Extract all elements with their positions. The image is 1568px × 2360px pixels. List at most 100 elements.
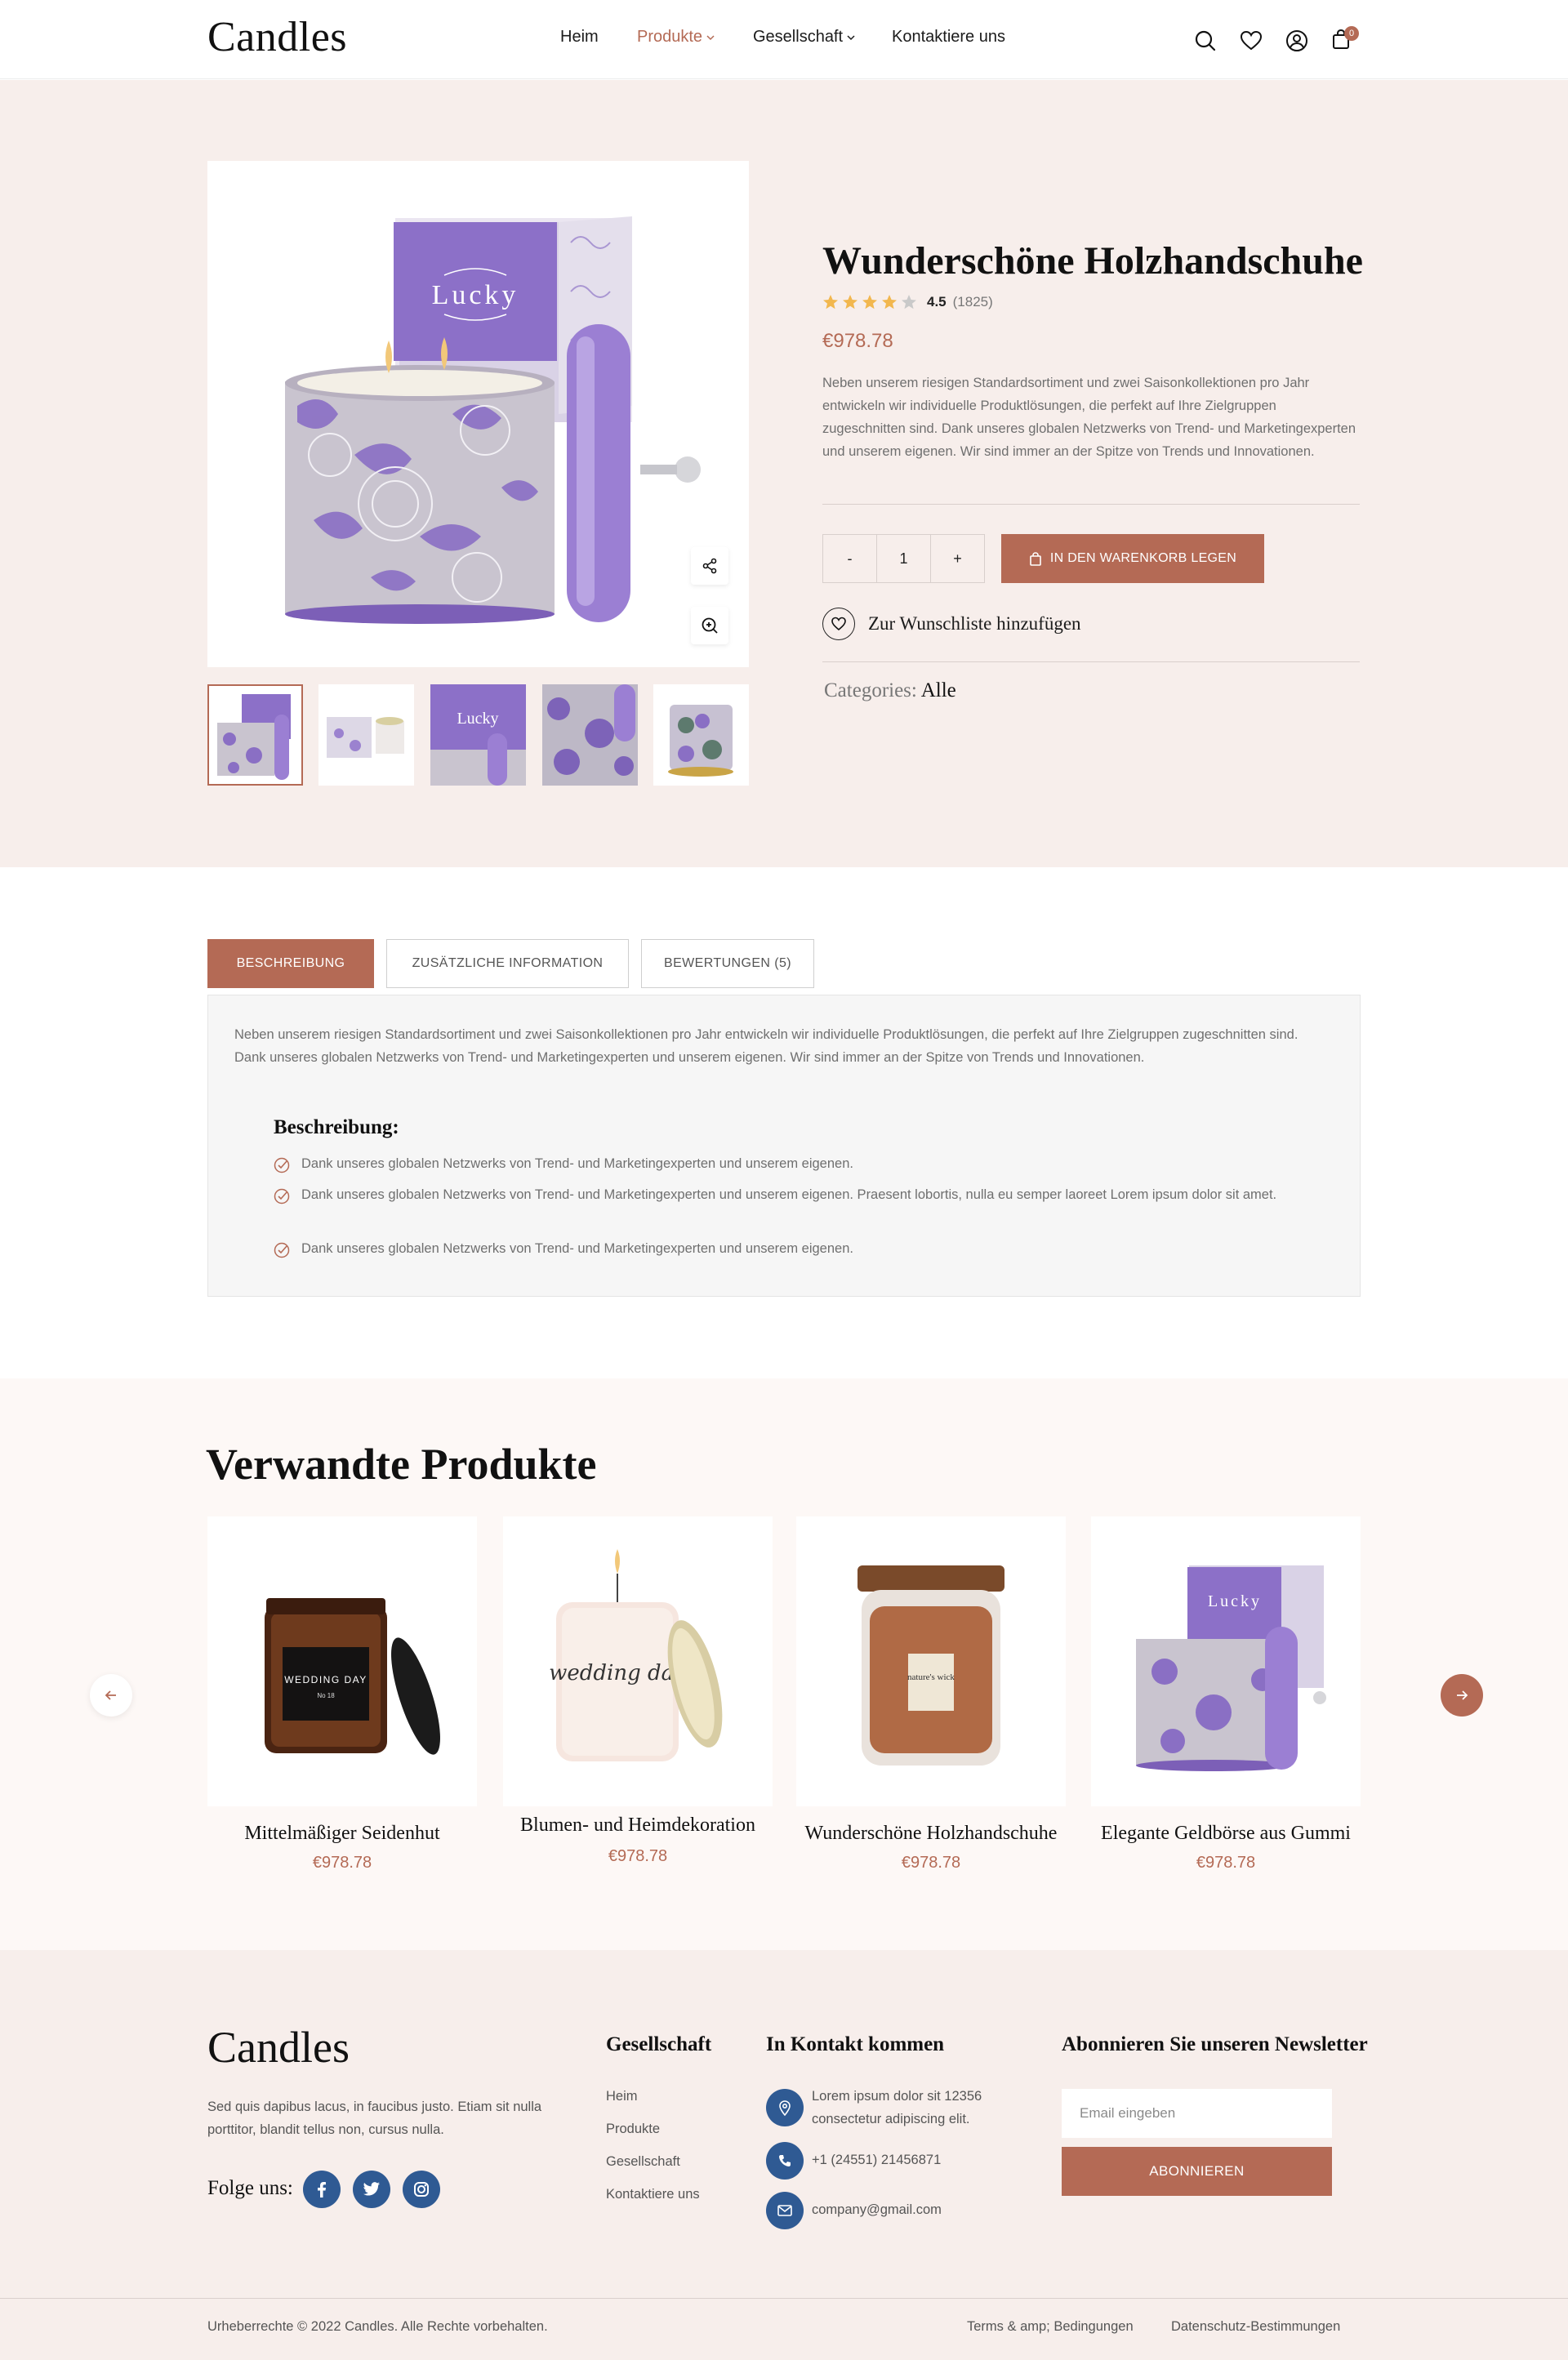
tab-label: ZUSÄTZLICHE INFORMATION [412, 956, 604, 970]
tab-label: BESCHREIBUNG [236, 956, 345, 970]
thumbnail-3[interactable]: Lucky [430, 684, 526, 786]
related-product-price: €978.78 [608, 1847, 668, 1865]
nav-label: Heim [560, 28, 599, 46]
facebook-button[interactable] [303, 2171, 341, 2208]
carousel-next-button[interactable] [1441, 1674, 1483, 1717]
chevron-down-icon [847, 34, 855, 40]
footer-link-produkte[interactable]: Produkte [606, 2122, 660, 2137]
thumbnail-image [542, 684, 638, 786]
add-to-wishlist[interactable]: Zur Wunschliste hinzufügen [822, 608, 1081, 640]
related-product-price: €978.78 [312, 1854, 372, 1872]
zoom-button[interactable] [691, 607, 728, 644]
related-product-name[interactable]: Blumen- und Heimdekoration [503, 1815, 773, 1837]
contact-phone[interactable]: +1 (24551) 21456871 [812, 2148, 1040, 2171]
bullet-item: Dank unseres globalen Netzwerks von Tren… [274, 1183, 1286, 1206]
privacy-link[interactable]: Datenschutz-Bestimmungen [1171, 2319, 1340, 2335]
divider [822, 661, 1360, 662]
nav-item-heim[interactable]: Heim [560, 28, 599, 47]
product-main-image[interactable]: Lucky [207, 161, 749, 667]
nav-label: Gesellschaft [753, 28, 844, 46]
newsletter-email-input[interactable] [1062, 2089, 1332, 2138]
footer-newsletter-heading: Abonnieren Sie unseren Newsletter [1062, 2033, 1368, 2055]
arrow-left-icon [105, 1690, 116, 1700]
nav-item-gesellschaft[interactable]: Gesellschaft [753, 28, 856, 47]
jar-label-text: nature's wick [907, 1672, 955, 1682]
add-to-cart-label: IN DEN WARENKORB LEGEN [1049, 551, 1237, 565]
candle-tin-illustration: Lucky [285, 216, 701, 624]
thumb-box-text: Lucky [457, 710, 498, 728]
check-circle-icon [274, 1242, 290, 1258]
chevron-down-icon [706, 34, 715, 40]
tab-label: BEWERTUNGEN (5) [664, 956, 791, 970]
footer-company-heading: Gesellschaft [606, 2033, 712, 2055]
instagram-button[interactable] [403, 2171, 440, 2208]
related-product-price: €978.78 [901, 1854, 961, 1872]
related-product-card-2[interactable]: wedding day [503, 1516, 773, 1806]
related-product-name[interactable]: Elegante Geldbörse aus Gummi [1091, 1823, 1361, 1845]
follow-label: Folge uns: [207, 2177, 293, 2199]
phone-icon [779, 2155, 791, 2166]
tab-beschreibung[interactable]: BESCHREIBUNG [207, 939, 374, 988]
share-button[interactable] [691, 547, 728, 585]
product-price: €978.78 [822, 330, 893, 352]
footer-link-gesellschaft[interactable]: Gesellschaft [606, 2154, 680, 2170]
subscribe-button[interactable]: ABONNIEREN [1062, 2147, 1332, 2196]
related-product-card-1[interactable]: WEDDING DAY No 18 [207, 1516, 477, 1806]
site-header: Candles Heim Produkte Gesellschaft Konta… [0, 0, 1568, 79]
related-product-price: €978.78 [1196, 1854, 1256, 1872]
twitter-button[interactable] [353, 2171, 390, 2208]
product-rating: 4.5 (1825) [822, 294, 993, 310]
contact-address: Lorem ipsum dolor sit 12356 consectetur … [812, 2089, 982, 2126]
search-icon[interactable] [1194, 29, 1217, 52]
related-product-card-4[interactable]: Lucky [1091, 1516, 1361, 1806]
qty-minus-button[interactable]: - [823, 535, 876, 582]
thumbnail-5[interactable] [653, 684, 749, 786]
footer-link-heim[interactable]: Heim [606, 2089, 638, 2104]
contact-email[interactable]: company@gmail.com [812, 2198, 1040, 2221]
thumbnail-4[interactable] [542, 684, 638, 786]
cart-count-badge: 0 [1344, 26, 1359, 41]
check-circle-icon [274, 1157, 290, 1173]
categories-label: Categories: [824, 679, 917, 701]
location-pin-icon [779, 2100, 791, 2116]
footer-divider [0, 2298, 1568, 2299]
tab-bewertungen[interactable]: BEWERTUNGEN (5) [641, 939, 814, 988]
thumbnail-image [668, 705, 733, 777]
category-link[interactable]: Alle [921, 679, 956, 701]
rating-count[interactable]: (1825) [953, 294, 993, 310]
star-icon [882, 295, 897, 309]
mail-icon [777, 2205, 792, 2216]
user-icon[interactable] [1285, 29, 1308, 52]
bullet-item: Dank unseres globalen Netzwerks von Tren… [274, 1237, 1286, 1260]
jar-label-text: WEDDING DAY [284, 1674, 368, 1685]
twitter-icon [363, 2182, 380, 2196]
tab-zusaetzliche-information[interactable]: ZUSÄTZLICHE INFORMATION [386, 939, 629, 988]
related-product-card-3[interactable]: nature's wick [796, 1516, 1066, 1806]
add-to-cart-button[interactable]: IN DEN WARENKORB LEGEN [1001, 534, 1264, 583]
jar-label-text: Lucky [1208, 1592, 1262, 1610]
nav-item-kontakt[interactable]: Kontaktiere uns [892, 28, 1005, 47]
phone-icon-badge [766, 2142, 804, 2180]
product-image-wedding-candle: wedding day [549, 1549, 723, 1761]
product-image-amber-jar: WEDDING DAY No 18 [265, 1598, 440, 1755]
nav-item-produkte[interactable]: Produkte [637, 28, 715, 47]
thumbnail-2[interactable] [318, 684, 414, 786]
heart-icon [831, 617, 846, 631]
qty-value-input[interactable]: 1 [876, 535, 930, 582]
thumbnail-image [217, 694, 291, 780]
email-icon-badge [766, 2192, 804, 2229]
related-products-title: Verwandte Produkte [206, 1440, 597, 1489]
terms-link[interactable]: Terms & amp; Bedingungen [967, 2319, 1134, 2335]
related-product-name[interactable]: Wunderschöne Holzhandschuhe [796, 1823, 1066, 1845]
related-product-name[interactable]: Mittelmäßiger Seidenhut [207, 1823, 477, 1845]
heart-icon[interactable] [1240, 29, 1263, 52]
description-panel: Neben unserem riesigen Standardsortiment… [207, 995, 1361, 1297]
footer-link-kontakt[interactable]: Kontaktiere uns [606, 2187, 700, 2202]
footer-logo[interactable]: Candles [207, 2022, 350, 2073]
logo[interactable]: Candles [207, 13, 347, 61]
carousel-prev-button[interactable] [90, 1674, 132, 1717]
product-image-lucky-tin: Lucky [1136, 1565, 1326, 1771]
thumbnail-1[interactable] [207, 684, 303, 786]
bullet-text: Dank unseres globalen Netzwerks von Tren… [301, 1241, 853, 1256]
qty-plus-button[interactable]: + [930, 535, 984, 582]
